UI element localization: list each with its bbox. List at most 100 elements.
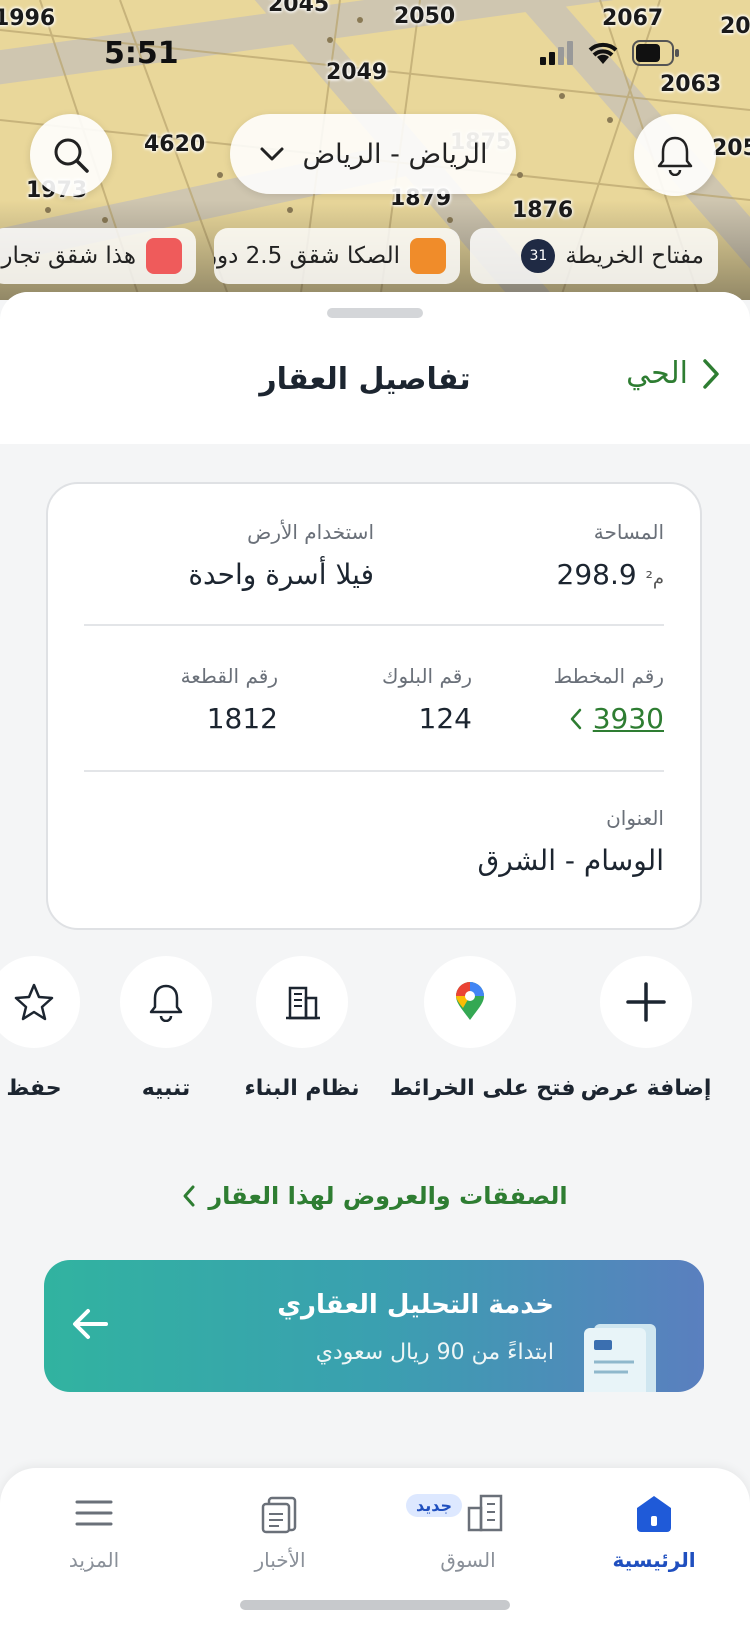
- plot-number-field: رقم القطعة 1812: [181, 664, 278, 735]
- block-number-field: رقم البلوك 124: [382, 664, 472, 735]
- add-offer-button[interactable]: إضافة عرض: [566, 956, 726, 1101]
- map-view[interactable]: 1996 2045 2050 2067 20 2049 2063 4620 18…: [0, 0, 750, 300]
- map-key-label: مفتاح الخريطة: [565, 243, 704, 269]
- chevron-down-icon: [260, 147, 284, 161]
- sheet-grabber[interactable]: [327, 308, 423, 318]
- news-icon: [261, 1496, 297, 1534]
- divider: [84, 770, 664, 772]
- star-icon: [14, 983, 54, 1021]
- search-icon: [54, 138, 89, 173]
- new-badge: جديد: [406, 1494, 463, 1517]
- building-code-icon-wrap: [256, 956, 348, 1048]
- parcel-label: 20: [720, 14, 750, 39]
- plan-number-label: رقم المخطط: [553, 664, 664, 688]
- plan-number-row[interactable]: 3930: [554, 702, 664, 735]
- tab-market-label: السوق: [440, 1548, 496, 1572]
- building-icon: [286, 986, 320, 1020]
- divider: [84, 624, 664, 626]
- land-use-label: استخدام الأرض: [247, 520, 374, 544]
- cellular-signal-icon: [540, 41, 573, 65]
- legend-swatch-orange: [410, 238, 446, 274]
- plus-icon: [626, 982, 666, 1022]
- parcel-label: 2050: [394, 4, 456, 29]
- area-value-row: م² 298.9: [557, 558, 664, 591]
- banner-title: خدمة التحليل العقاري: [277, 1290, 554, 1320]
- sheet-header: تفاصيل العقار الحي: [0, 292, 750, 444]
- battery-icon: [632, 40, 679, 66]
- parcel-label: 4620: [144, 132, 206, 157]
- legend-swatch-red: [146, 238, 182, 274]
- chevron-right-icon: [703, 358, 719, 389]
- back-link-label: الحي: [626, 356, 688, 391]
- open-in-maps-label: فتح على الخرائط: [390, 1076, 576, 1101]
- block-number-label: رقم البلوك: [381, 664, 472, 688]
- address-field: العنوان الوسام - الشرق: [478, 806, 664, 877]
- map-pin-icon: [456, 982, 484, 1020]
- status-time: 5:51: [104, 36, 179, 71]
- home-icon: [637, 1496, 671, 1532]
- address-value: الوسام - الشرق: [477, 844, 664, 877]
- add-offer-label: إضافة عرض: [580, 1076, 712, 1101]
- arrow-left-icon: [73, 1309, 108, 1339]
- tab-home-label: الرئيسية: [612, 1548, 696, 1572]
- tab-more-label: المزيد: [68, 1548, 120, 1572]
- open-in-maps-icon-wrap: [424, 956, 516, 1048]
- bell-icon: [149, 984, 183, 1022]
- tab-home[interactable]: الرئيسية: [584, 1492, 724, 1572]
- buildings-icon: [467, 1494, 503, 1532]
- search-button[interactable]: [30, 114, 112, 196]
- plan-number-link[interactable]: 3930: [593, 702, 664, 735]
- home-indicator: [240, 1600, 510, 1610]
- land-use-value: فيلا أسرة واحدة: [188, 558, 374, 591]
- building-code-button[interactable]: نظام البناء: [222, 956, 382, 1101]
- neighborhood-back-link[interactable]: الحي: [626, 356, 720, 391]
- bell-icon: [657, 136, 693, 176]
- legend-label: الصكا شقق 2.5 دور: [214, 243, 400, 269]
- area-value: 298.9: [556, 558, 637, 591]
- block-number-value: 124: [418, 702, 472, 735]
- property-sheet: تفاصيل العقار الحي المساحة م² 298.9 استخ…: [0, 292, 750, 1626]
- plan-number-field[interactable]: رقم المخطط 3930: [554, 664, 664, 735]
- parcel-label: 2049: [326, 60, 388, 85]
- building-code-label: نظام البناء: [244, 1076, 360, 1101]
- tab-news-label: الأخبار: [254, 1548, 306, 1572]
- parcel-label: 205: [712, 136, 750, 161]
- city-selector-label: الرياض - الرياض: [302, 138, 488, 170]
- report-document-icon: [584, 1324, 656, 1392]
- add-offer-icon-wrap: [600, 956, 692, 1048]
- plot-number-value: 1812: [206, 702, 278, 735]
- area-label: المساحة: [593, 520, 664, 544]
- chevron-left-icon: [570, 708, 581, 729]
- tab-more[interactable]: المزيد: [24, 1492, 164, 1572]
- deals-and-offers-link[interactable]: الصفقات والعروض لهذا العقار: [0, 1182, 750, 1210]
- open-in-maps-button[interactable]: فتح على الخرائط: [390, 956, 576, 1101]
- real-estate-analysis-banner[interactable]: خدمة التحليل العقاري ابتداءً من 90 ريال …: [44, 1260, 704, 1392]
- address-label: العنوان: [606, 806, 664, 830]
- notifications-button[interactable]: [634, 114, 716, 196]
- property-details-card: المساحة م² 298.9 استخدام الأرض فيلا أسرة…: [46, 482, 702, 930]
- status-icons: [540, 40, 680, 66]
- legend-chip-orange[interactable]: الصكا شقق 2.5 دور: [214, 228, 460, 284]
- map-key-badge: 31: [521, 239, 556, 273]
- tab-market[interactable]: جديد السوق: [398, 1492, 538, 1572]
- chevron-left-icon: [183, 1185, 195, 1207]
- deals-link-label: الصفقات والعروض لهذا العقار: [208, 1182, 568, 1210]
- parcel-label: 2063: [660, 72, 722, 97]
- area-unit: م²: [645, 568, 664, 589]
- parcel-label: 2045: [268, 0, 330, 17]
- save-button[interactable]: حفظ: [0, 956, 114, 1101]
- alert-icon-wrap: [120, 956, 212, 1048]
- parcel-label: 2067: [602, 6, 664, 31]
- menu-icon: [75, 1500, 113, 1526]
- wifi-icon: [588, 42, 618, 64]
- parcel-label: 1996: [0, 6, 56, 31]
- legend-chip-red[interactable]: هذا شقق تجاري: [0, 228, 196, 284]
- tab-news[interactable]: الأخبار: [210, 1492, 350, 1572]
- land-use-field: استخدام الأرض فيلا أسرة واحدة: [188, 520, 374, 591]
- city-selector[interactable]: الرياض - الرياض: [230, 114, 516, 194]
- banner-subtitle: ابتداءً من 90 ريال سعودي: [315, 1340, 554, 1365]
- map-key-chip[interactable]: مفتاح الخريطة 31: [470, 228, 718, 284]
- save-icon-wrap: [0, 956, 80, 1048]
- legend-label: هذا شقق تجاري: [0, 243, 136, 269]
- plot-number-label: رقم القطعة: [180, 664, 278, 688]
